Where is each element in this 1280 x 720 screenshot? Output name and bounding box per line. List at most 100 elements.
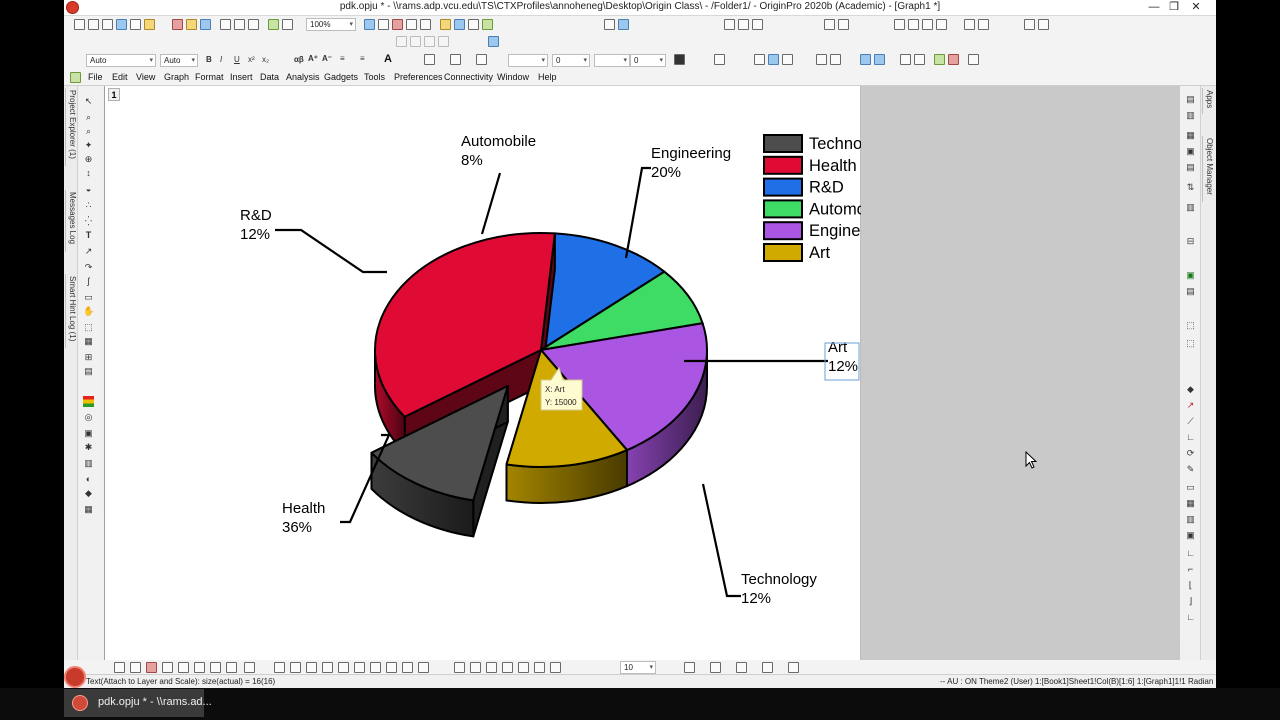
plot-contour-icon[interactable] xyxy=(194,662,205,673)
plot-pie-icon[interactable] xyxy=(162,662,173,673)
region-tool-icon[interactable]: ⬚ xyxy=(83,322,94,333)
plot-column-icon[interactable] xyxy=(146,662,157,673)
menu-help[interactable]: Help xyxy=(538,72,557,82)
column-statistics-icon[interactable] xyxy=(604,19,615,30)
line-width-select[interactable]: 0 xyxy=(552,54,590,67)
duplicate-icon[interactable] xyxy=(378,19,389,30)
plot-vector-icon[interactable] xyxy=(306,662,317,673)
sort-icon[interactable] xyxy=(618,19,629,30)
project-explorer-icon[interactable] xyxy=(440,19,451,30)
greek-icon[interactable]: αβ xyxy=(294,55,304,64)
plot-area-icon[interactable] xyxy=(226,662,237,673)
graph-window-icon[interactable] xyxy=(70,72,81,83)
previous-icon[interactable] xyxy=(908,19,919,30)
tab-object-manager[interactable]: Object Manager xyxy=(1202,136,1214,202)
decrease-font-icon[interactable]: A⁻ xyxy=(322,54,332,63)
subscript-icon[interactable]: x₂ xyxy=(262,55,269,64)
border-style-select[interactable] xyxy=(594,54,630,67)
set-y-icon[interactable] xyxy=(738,19,749,30)
bottom-tool-5-icon[interactable] xyxy=(788,662,799,673)
rectangle-tool-icon[interactable]: ▭ xyxy=(83,292,94,303)
command-window-icon[interactable] xyxy=(420,19,431,30)
hand-tool-icon[interactable]: ✋ xyxy=(83,306,94,317)
back-icon[interactable] xyxy=(874,54,885,65)
curved-arrow-icon[interactable]: ↷ xyxy=(83,262,94,273)
insert-graph-icon[interactable]: ▦ xyxy=(83,336,94,347)
data-table-icon[interactable]: ▦ xyxy=(83,504,94,515)
pointer-icon[interactable]: ↖ xyxy=(83,96,94,107)
add-column-icon[interactable] xyxy=(964,19,975,30)
same-height-icon[interactable] xyxy=(534,662,545,673)
menu-analysis[interactable]: Analysis xyxy=(286,72,320,82)
group-icon[interactable] xyxy=(816,54,827,65)
plot-scatter-icon[interactable] xyxy=(130,662,141,673)
color-toggle-icon[interactable]: ◆ xyxy=(1185,384,1196,395)
menu-edit[interactable]: Edit xyxy=(112,72,128,82)
arrange-layers-icon[interactable]: ▤ xyxy=(1185,162,1196,173)
font-color-icon[interactable]: A xyxy=(384,53,392,65)
insert-object-icon[interactable]: ▤ xyxy=(83,366,94,377)
layout-2-icon[interactable]: ▣ xyxy=(1185,530,1196,541)
script-window-icon[interactable] xyxy=(468,19,479,30)
copy-icon[interactable] xyxy=(768,54,779,65)
set-y-column-icon[interactable] xyxy=(824,19,835,30)
menu-gadgets[interactable]: Gadgets xyxy=(324,72,358,82)
color-scale-icon[interactable] xyxy=(83,396,94,407)
rescale-icon[interactable] xyxy=(438,36,449,47)
add-plot-icon[interactable] xyxy=(934,54,945,65)
last-icon[interactable] xyxy=(936,19,947,30)
new-layout-icon[interactable] xyxy=(144,19,155,30)
menu-tools[interactable]: Tools xyxy=(364,72,385,82)
plot-statistics-icon[interactable] xyxy=(210,662,221,673)
ungroup-icon[interactable] xyxy=(830,54,841,65)
rescale-y-icon[interactable]: ▤ xyxy=(1185,286,1196,297)
plot-surface-icon[interactable] xyxy=(290,662,301,673)
open-icon[interactable] xyxy=(186,19,197,30)
plot-heatmap-icon[interactable] xyxy=(386,662,397,673)
menu-window[interactable]: Window xyxy=(497,72,529,82)
data-connector-icon[interactable] xyxy=(454,19,465,30)
plot-ridgeline-icon[interactable] xyxy=(402,662,413,673)
minimize-button[interactable]: — xyxy=(1144,0,1164,16)
new-workbook-icon[interactable] xyxy=(88,19,99,30)
underline-icon[interactable]: U xyxy=(234,55,240,64)
insert-column-icon[interactable] xyxy=(978,19,989,30)
zoom-region-icon[interactable]: ⬚ xyxy=(1185,320,1196,331)
pattern-icon[interactable] xyxy=(476,54,487,65)
tab-smart-hint-log[interactable]: Smart Hint Log (1) xyxy=(65,274,77,348)
layer-icon[interactable]: ▣ xyxy=(83,428,94,439)
refresh-icon[interactable] xyxy=(364,19,375,30)
data-reader-icon[interactable]: ⊕ xyxy=(83,154,94,165)
menu-data[interactable]: Data xyxy=(260,72,279,82)
open-template-icon[interactable] xyxy=(200,19,211,30)
stack-icon[interactable]: ▥ xyxy=(1185,202,1196,213)
top-axis-icon[interactable]: ⌐ xyxy=(1185,564,1196,575)
bold-icon[interactable]: B xyxy=(206,55,212,64)
set-z-icon[interactable] xyxy=(752,19,763,30)
right-axis-icon[interactable]: ⌋ xyxy=(1185,596,1196,607)
extract-layer-icon[interactable]: ▣ xyxy=(1185,146,1196,157)
menu-format[interactable]: Format xyxy=(195,72,224,82)
tab-messages-log[interactable]: Messages Log xyxy=(65,190,77,252)
swap-axis-icon[interactable]: ⇅ xyxy=(1185,182,1196,193)
line-tool-icon[interactable]: ʃ xyxy=(83,276,94,287)
insert-table-icon[interactable]: ⊞ xyxy=(83,352,94,363)
tab-apps[interactable]: Apps xyxy=(1202,88,1214,114)
new-notes-icon[interactable] xyxy=(172,19,183,30)
save-project-icon[interactable] xyxy=(220,19,231,30)
superscript-icon[interactable]: x² xyxy=(248,55,255,64)
cut-icon[interactable] xyxy=(754,54,765,65)
font-name-select[interactable]: Auto xyxy=(86,54,156,67)
line-style-select[interactable] xyxy=(508,54,548,67)
rescale-to-show-all-icon[interactable] xyxy=(488,36,499,47)
merge-graph-icon[interactable]: ▦ xyxy=(1185,130,1196,141)
color-map-icon[interactable]: ◐ xyxy=(83,474,94,485)
pie-chart[interactable]: Technology 12% Health 36% R&D 12% Automobile 8%… xyxy=(105,86,861,660)
same-width-icon[interactable] xyxy=(518,662,529,673)
bottom-tool-4-icon[interactable] xyxy=(762,662,773,673)
rotate-3d-icon[interactable]: ⟳ xyxy=(1185,448,1196,459)
layer-management-icon[interactable]: ▤ xyxy=(1185,94,1196,105)
axis-both-icon[interactable]: ∟ xyxy=(1185,612,1196,623)
arrow-tool-icon[interactable]: ↗ xyxy=(83,246,94,257)
origin-start-icon[interactable] xyxy=(64,666,86,688)
